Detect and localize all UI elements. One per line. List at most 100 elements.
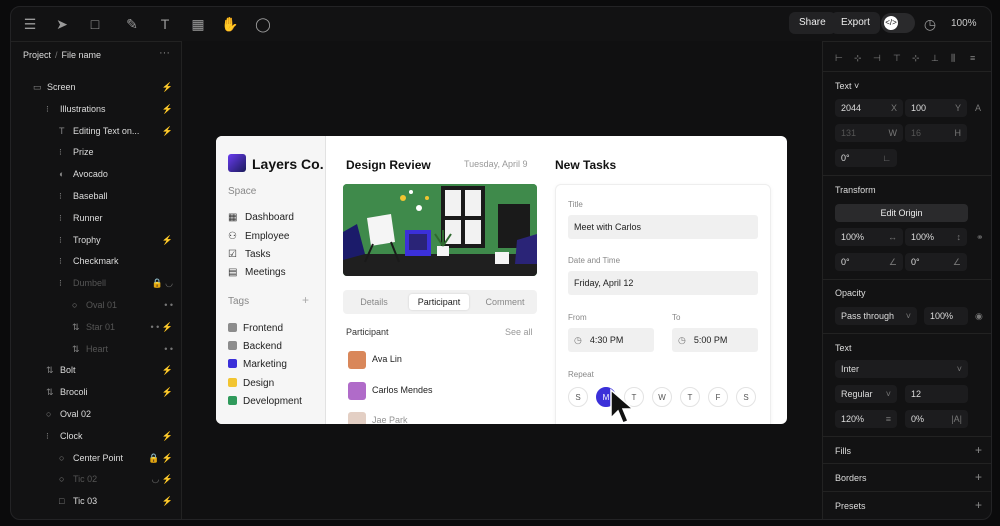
layer-item[interactable]: ⁝ Prize: [59, 142, 94, 162]
h-field[interactable]: 16 H: [905, 124, 967, 142]
layer-item[interactable]: ⇅ Bolt: [46, 360, 76, 380]
x-field[interactable]: 2044 X: [835, 99, 903, 117]
font-family-select[interactable]: Inter ˅: [835, 360, 968, 378]
link-icon[interactable]: ⚭: [976, 232, 984, 243]
participant-item[interactable]: Ava Lin: [348, 350, 402, 369]
layer-actions[interactable]: ⚡: [162, 496, 173, 507]
menu-icon[interactable]: ☰: [21, 15, 39, 33]
layer-actions[interactable]: • •: [164, 344, 173, 354]
layer-actions[interactable]: ⚡: [162, 82, 173, 93]
share-button[interactable]: Share: [789, 12, 836, 34]
scale-y-field[interactable]: 100% ↕: [905, 228, 967, 246]
breadcrumb-file[interactable]: File name: [62, 50, 102, 60]
w-field[interactable]: 131 W: [835, 124, 903, 142]
tag-marketing[interactable]: Marketing: [228, 358, 287, 372]
participant-item[interactable]: Carlos Mendes: [348, 381, 433, 400]
see-all-link[interactable]: See all: [505, 327, 533, 337]
edit-origin-button[interactable]: Edit Origin: [835, 204, 968, 222]
tag-design[interactable]: Design: [228, 377, 274, 391]
text-auto-icon[interactable]: A: [975, 103, 981, 113]
y-field[interactable]: 100 Y: [905, 99, 967, 117]
layer-actions[interactable]: • • ⚡: [150, 322, 173, 333]
add-tag-icon[interactable]: +: [302, 293, 309, 307]
tag-frontend[interactable]: Frontend: [228, 322, 283, 336]
nav-meetings[interactable]: ▤ Meetings: [228, 265, 286, 281]
text-icon[interactable]: T: [156, 15, 174, 33]
distribute-h-icon[interactable]: ⫼: [951, 53, 955, 64]
participant-item[interactable]: Jae Park: [348, 411, 408, 424]
align-top-icon[interactable]: ⊤: [893, 53, 901, 64]
title-input[interactable]: Meet with Carlos: [568, 215, 758, 239]
nav-tasks[interactable]: ☑ Tasks: [228, 247, 271, 263]
layer-actions[interactable]: 🔒 ⚡: [148, 453, 173, 464]
add-border-icon[interactable]: +: [975, 470, 982, 484]
align-bottom-icon[interactable]: ⊥: [931, 53, 939, 64]
export-button[interactable]: Export: [831, 12, 880, 34]
layer-item[interactable]: T Editing Text on...: [59, 121, 139, 141]
tag-backend[interactable]: Backend: [228, 340, 282, 354]
layer-item[interactable]: □ Tic 03: [59, 491, 97, 511]
layer-actions[interactable]: • •: [164, 300, 173, 310]
layer-item[interactable]: ⁝ Dumbell: [59, 273, 106, 293]
layer-item[interactable]: ▭ Screen: [33, 77, 76, 97]
hand-icon[interactable]: ✋: [221, 15, 239, 33]
text-section-title[interactable]: Text ˅: [835, 81, 859, 91]
from-time-input[interactable]: ◷ 4:30 PM: [568, 328, 654, 352]
layer-item[interactable]: ○ Center Point: [59, 448, 123, 468]
artboard-preview[interactable]: Layers Co. Space ▦ Dashboard ⚇ Employee ☑ T…: [216, 136, 787, 424]
tab-comment[interactable]: Comment: [477, 294, 533, 310]
nav-employee[interactable]: ⚇ Employee: [228, 229, 289, 245]
layer-item[interactable]: ⁝ Trophy: [59, 230, 101, 250]
layer-item[interactable]: ⇅ Heart: [72, 339, 108, 359]
layer-item[interactable]: ⇅ Brocoli: [46, 382, 88, 402]
letter-spacing-field[interactable]: 0% |A|: [905, 410, 968, 428]
dev-mode-toggle[interactable]: </>: [881, 13, 915, 33]
align-right-icon[interactable]: ⊣: [873, 53, 881, 64]
layer-actions[interactable]: ⚡: [162, 104, 173, 115]
blend-mode-select[interactable]: Pass through ˅: [835, 307, 917, 325]
distribute-v-icon[interactable]: ≡: [970, 53, 975, 63]
layer-item[interactable]: ⁝ Illustrations: [46, 99, 106, 119]
font-weight-select[interactable]: Regular ˅: [835, 385, 897, 403]
day-sunday[interactable]: S: [568, 387, 588, 407]
align-center-h-icon[interactable]: ⊹: [854, 53, 862, 64]
skew-x-field[interactable]: 0° ∠: [835, 253, 903, 271]
opacity-field[interactable]: 100%: [924, 307, 968, 325]
skew-y-field[interactable]: 0° ∠: [905, 253, 967, 271]
fills-section-title[interactable]: Fills: [835, 446, 851, 456]
layer-item[interactable]: ○ Oval 02: [46, 404, 91, 424]
pointer-icon[interactable]: ➤: [53, 15, 71, 33]
zoom-level[interactable]: 100%: [951, 18, 977, 29]
comment-icon[interactable]: ◯: [254, 15, 272, 33]
layer-item[interactable]: ⇅ Star 01: [72, 317, 115, 337]
more-icon[interactable]: ···: [159, 47, 170, 59]
breadcrumb-project[interactable]: Project: [23, 50, 51, 60]
frame-icon[interactable]: □: [86, 15, 104, 33]
layer-actions[interactable]: ⚡: [162, 431, 173, 442]
align-middle-icon[interactable]: ⊹: [912, 53, 920, 64]
tab-details[interactable]: Details: [349, 294, 399, 310]
layer-actions[interactable]: ⚡: [162, 235, 173, 246]
font-size-field[interactable]: 12: [905, 385, 968, 403]
layer-item[interactable]: ⁝ Runner: [59, 208, 103, 228]
day-wednesday[interactable]: W: [652, 387, 672, 407]
day-thursday[interactable]: T: [680, 387, 700, 407]
layer-item[interactable]: □ Tic 04: [59, 513, 97, 519]
layer-item[interactable]: ⁝ Clock: [46, 426, 83, 446]
day-friday[interactable]: F: [708, 387, 728, 407]
layer-actions[interactable]: ⚡: [162, 387, 173, 398]
nav-dashboard[interactable]: ▦ Dashboard: [228, 210, 294, 226]
layer-actions[interactable]: ◡ ⚡: [151, 474, 173, 485]
pen-icon[interactable]: ✎: [123, 15, 141, 33]
tag-development[interactable]: Development: [228, 395, 302, 409]
rotation-field[interactable]: 0° ∟: [835, 149, 897, 167]
layer-item[interactable]: ○ Tic 02: [59, 469, 97, 489]
to-time-input[interactable]: ◷ 5:00 PM: [672, 328, 758, 352]
eye-icon[interactable]: ◉: [975, 311, 983, 322]
borders-section-title[interactable]: Borders: [835, 473, 867, 483]
layer-item[interactable]: ○ Oval 01: [72, 295, 117, 315]
layer-item[interactable]: ⁝ Baseball: [59, 186, 108, 206]
align-left-icon[interactable]: ⊢: [835, 53, 843, 64]
layer-actions[interactable]: ⚡: [162, 126, 173, 137]
date-input[interactable]: Friday, April 12: [568, 271, 758, 295]
